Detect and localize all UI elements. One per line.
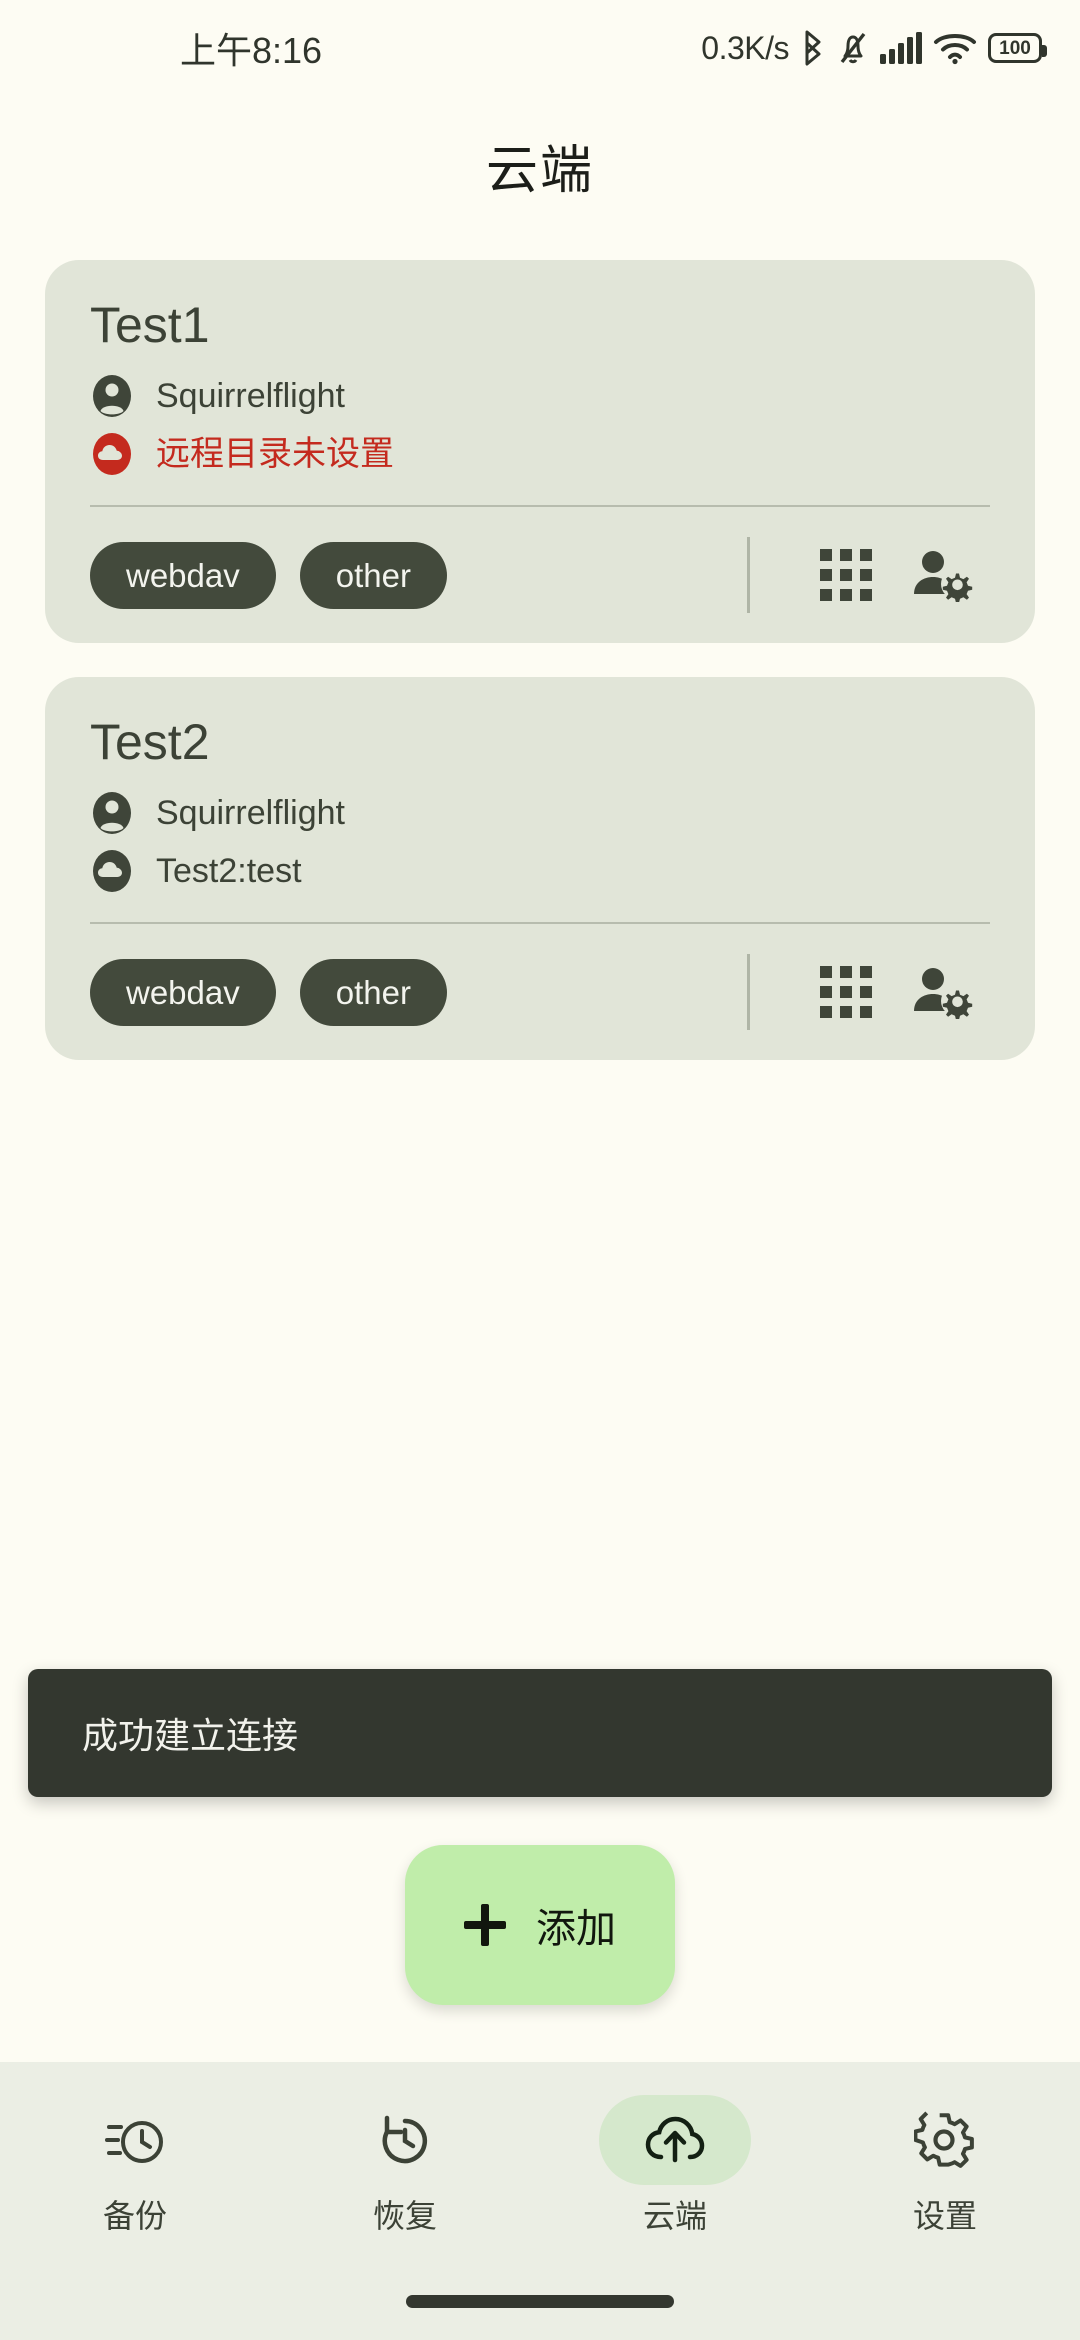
wifi-icon (934, 34, 976, 65)
card-divider (90, 505, 990, 507)
page-title: 云端 (485, 142, 594, 200)
status-bar-indicators: 0.3K/s 100 (701, 0, 1047, 96)
chip-other[interactable]: other (299, 958, 447, 1026)
card-remote-path-label: 远程目录未设置 (156, 435, 394, 473)
grid-glyph (820, 549, 872, 601)
network-speed-label: 0.3K/s (701, 29, 789, 66)
nav-item-cloud[interactable]: 云端 (540, 2095, 810, 2232)
nav-pill-cloud (599, 2095, 751, 2185)
person-icon (90, 791, 134, 835)
nav-label-backup: 备份 (102, 2198, 167, 2234)
restore-history-icon (382, 2115, 428, 2164)
cellular-signal-icon (880, 32, 922, 64)
status-bar-clock: 上午8:16 (180, 30, 323, 71)
cloud-account-card[interactable]: Test2 Squirrelflight Test2:test webdav o… (45, 677, 1035, 1060)
chip-protocol[interactable]: webdav (90, 958, 276, 1026)
bluetooth-icon (805, 30, 821, 66)
nav-label-settings: 设置 (912, 2198, 977, 2234)
nav-label-restore: 恢复 (372, 2198, 437, 2234)
person-icon (90, 374, 134, 418)
nav-item-settings[interactable]: 设置 (810, 2095, 1080, 2232)
grid-apps-icon[interactable] (798, 537, 894, 613)
status-bar: 上午8:16 0.3K/s 100 (0, 0, 1080, 96)
add-account-button[interactable]: 添加 (405, 1845, 675, 2005)
card-chip-group: webdav other (90, 958, 447, 1026)
cloud-icon (90, 849, 134, 893)
nav-pill-settings (869, 2095, 1021, 2185)
cloud-upload-icon (645, 2116, 705, 2163)
add-account-label: 添加 (536, 1907, 616, 1951)
user-settings-icon[interactable] (894, 537, 990, 613)
home-indicator[interactable] (406, 2295, 674, 2308)
user-settings-icon[interactable] (894, 954, 990, 1030)
card-account-row: Squirrelflight (90, 367, 990, 425)
battery-level-label: 100 (999, 37, 1031, 59)
bottom-navigation: 备份 恢复 云端 设置 (0, 2062, 1080, 2340)
card-action-bar: webdav other (90, 537, 990, 613)
card-account-label: Squirrelflight (156, 377, 345, 415)
battery-icon: 100 (988, 33, 1047, 63)
nav-label-cloud: 云端 (642, 2198, 707, 2234)
card-chip-group: webdav other (90, 541, 447, 609)
snackbar-message: 成功建立连接 (82, 1715, 299, 1756)
cloud-icon (90, 432, 134, 476)
card-account-label: Squirrelflight (156, 794, 345, 832)
card-remote-path-row: 远程目录未设置 (90, 425, 990, 483)
grid-apps-icon[interactable] (798, 954, 894, 1030)
nav-item-restore[interactable]: 恢复 (270, 2095, 540, 2232)
card-action-bar: webdav other (90, 954, 990, 1030)
card-account-row: Squirrelflight (90, 784, 990, 842)
card-title: Test1 (90, 297, 210, 353)
card-divider (90, 922, 990, 924)
grid-glyph (820, 966, 872, 1018)
snackbar: 成功建立连接 (28, 1669, 1052, 1797)
card-remote-path-row: Test2:test (90, 842, 990, 900)
gear-icon (914, 2111, 974, 2168)
cloud-account-list: Test1 Squirrelflight 远程目录未设置 webdav othe… (0, 260, 1080, 1060)
card-title: Test2 (90, 714, 210, 770)
nav-pill-restore (329, 2095, 481, 2185)
action-divider (747, 954, 750, 1030)
card-remote-path-label: Test2:test (156, 852, 302, 890)
silent-mode-icon (840, 32, 866, 64)
cloud-account-card[interactable]: Test1 Squirrelflight 远程目录未设置 webdav othe… (45, 260, 1035, 643)
nav-pill-backup (59, 2095, 211, 2185)
card-icon-actions (747, 954, 990, 1030)
plus-icon (464, 1904, 506, 1946)
chip-protocol[interactable]: webdav (90, 541, 276, 609)
action-divider (747, 537, 750, 613)
card-icon-actions (747, 537, 990, 613)
backup-clock-icon (105, 2121, 163, 2163)
nav-item-backup[interactable]: 备份 (0, 2095, 270, 2232)
chip-other[interactable]: other (299, 541, 447, 609)
